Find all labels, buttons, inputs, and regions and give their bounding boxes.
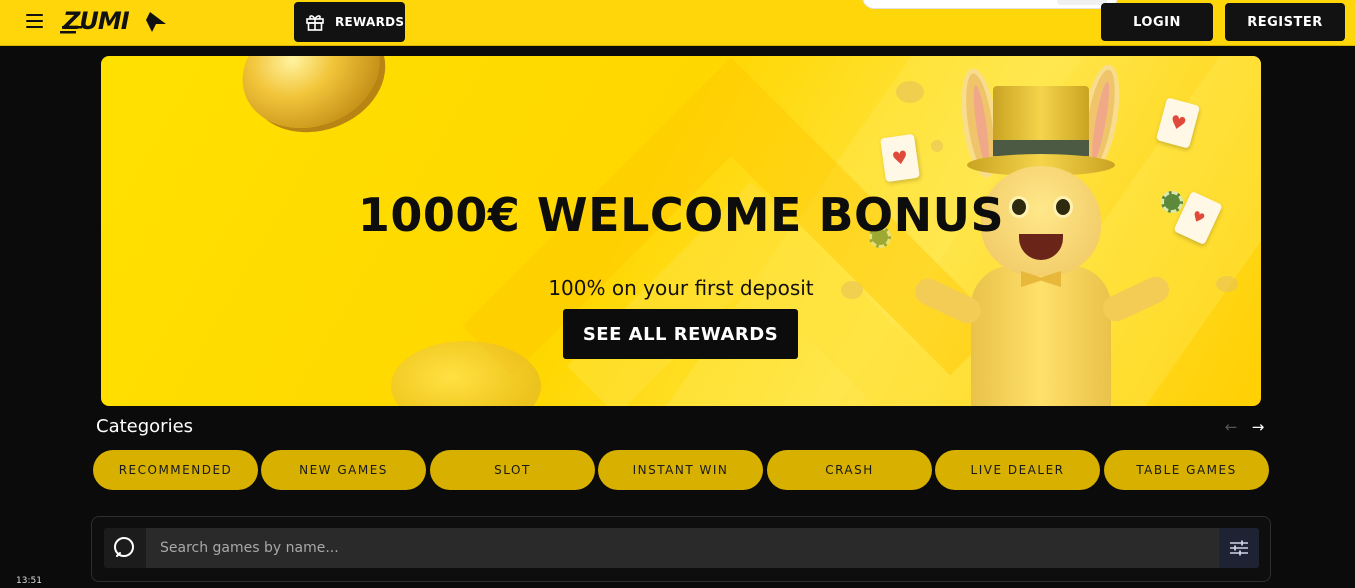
rewards-label: REWARDS <box>335 15 405 29</box>
see-all-rewards-button[interactable]: SEE ALL REWARDS <box>563 309 798 359</box>
filter-sliders-icon[interactable] <box>1219 528 1259 568</box>
category-table-games[interactable]: TABLE GAMES <box>1104 450 1269 490</box>
game-search-panel <box>91 516 1271 582</box>
gold-coin-image <box>226 56 396 147</box>
top-header: ZUMI REWARDS LOGIN REGISTER <box>0 0 1355 46</box>
menu-icon[interactable] <box>26 14 43 30</box>
category-live-dealer[interactable]: LIVE DEALER <box>935 450 1100 490</box>
category-list: RECOMMENDED NEW GAMES SLOT INSTANT WIN C… <box>93 450 1269 490</box>
register-button[interactable]: REGISTER <box>1225 3 1345 41</box>
banner-subtitle: 100% on your first deposit <box>548 276 814 300</box>
rewards-button[interactable]: REWARDS <box>294 2 405 42</box>
header-popup <box>862 0 1118 9</box>
categories-heading: Categories <box>96 416 194 437</box>
search-input[interactable] <box>160 538 1060 558</box>
category-new-games[interactable]: NEW GAMES <box>261 450 426 490</box>
welcome-banner[interactable]: ♥ ♥ ♥ 1000€ WELCOME BONUS 100% on your f… <box>101 56 1261 406</box>
system-clock: 13:51 <box>16 576 42 586</box>
search-icon[interactable] <box>104 528 146 568</box>
category-instant-win[interactable]: INSTANT WIN <box>598 450 763 490</box>
logo[interactable]: ZUMI <box>60 6 168 38</box>
search-bar <box>104 528 1259 568</box>
logo-text: ZUMI <box>63 7 130 35</box>
category-slot[interactable]: SLOT <box>430 450 595 490</box>
gift-icon <box>306 15 324 31</box>
login-button[interactable]: LOGIN <box>1101 3 1213 41</box>
arrow-right-icon[interactable]: → <box>1249 418 1267 436</box>
header-popup-toggle[interactable] <box>1057 0 1107 5</box>
category-crash[interactable]: CRASH <box>767 450 932 490</box>
banner-title: 1000€ WELCOME BONUS <box>357 188 1005 242</box>
category-recommended[interactable]: RECOMMENDED <box>93 450 258 490</box>
arrow-left-icon[interactable]: ← <box>1222 418 1240 436</box>
